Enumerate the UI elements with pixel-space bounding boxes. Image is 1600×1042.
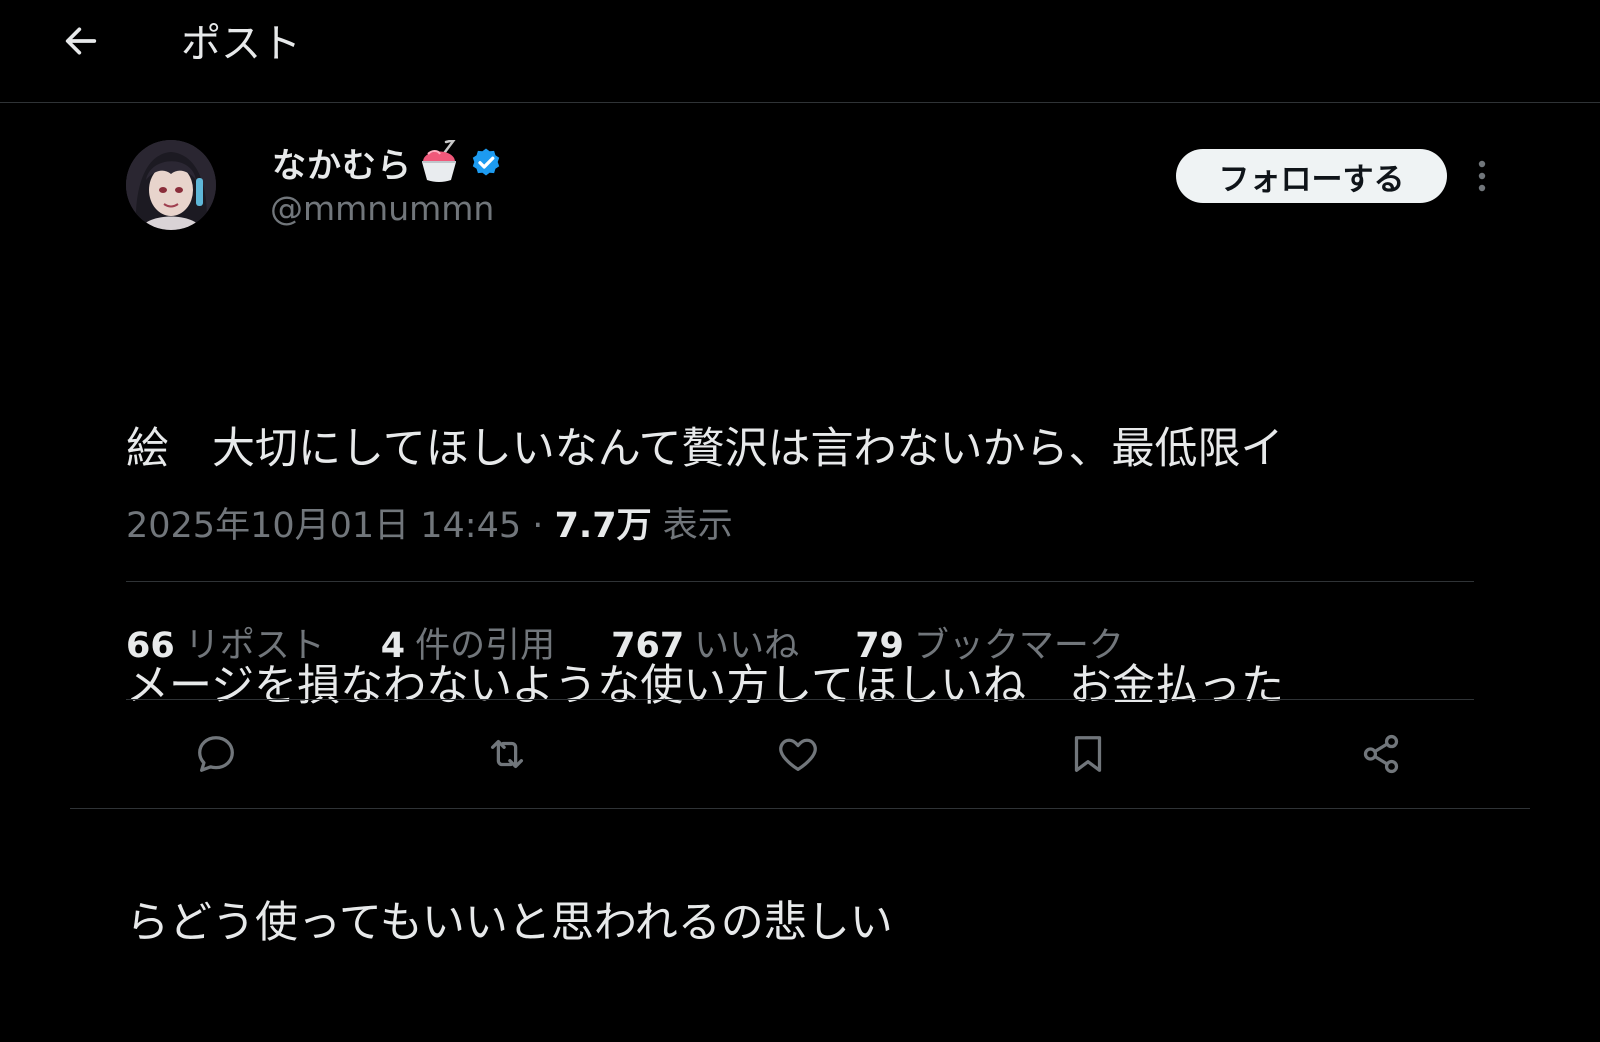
repost-icon xyxy=(484,731,530,781)
meta-separator: · xyxy=(532,506,544,546)
more-button[interactable] xyxy=(1466,158,1498,198)
stat-likes[interactable]: 767 いいね xyxy=(611,617,799,668)
reply-button[interactable] xyxy=(186,726,246,786)
more-vertical-icon xyxy=(1477,159,1487,197)
top-bar: ポスト xyxy=(0,0,1600,103)
author-name-row[interactable]: なかむら xyxy=(272,134,504,190)
stat-quotes[interactable]: 4 件の引用 xyxy=(381,617,555,668)
post-text-line: らどう使ってもいいと思われるの悲しい xyxy=(126,898,893,948)
divider xyxy=(126,699,1474,700)
views-label: 表示 xyxy=(662,506,733,546)
reply-icon xyxy=(193,731,239,781)
stat-count: 767 xyxy=(611,625,685,666)
follow-button[interactable]: フォローする xyxy=(1176,149,1447,203)
stat-label: 件の引用 xyxy=(415,625,556,666)
stat-label: ブックマーク xyxy=(913,625,1124,666)
avatar-image xyxy=(126,140,216,230)
stat-count: 66 xyxy=(126,625,175,666)
divider xyxy=(126,581,1474,582)
verified-badge-icon[interactable] xyxy=(468,144,504,180)
shaved-ice-icon xyxy=(418,140,460,184)
stat-reposts[interactable]: 66 リポスト xyxy=(126,617,325,668)
action-bar xyxy=(0,720,1600,790)
like-icon xyxy=(775,731,821,781)
post-text-line: 絵 大切にしてほしいなんて贅沢は言わないから、最低限イ xyxy=(126,424,1284,474)
share-button[interactable] xyxy=(1351,726,1411,786)
repost-button[interactable] xyxy=(477,726,537,786)
author-handle[interactable]: @mmnummn xyxy=(270,185,494,233)
engagement-stats: 66 リポスト 4 件の引用 767 いいね 79 ブックマーク xyxy=(126,614,1180,670)
post-timestamp[interactable]: 2025年10月01日 14:45 xyxy=(126,506,521,546)
bookmark-button[interactable] xyxy=(1058,726,1118,786)
post-meta: 2025年10月01日 14:45 · 7.7万 表示 xyxy=(126,500,733,552)
bookmark-icon xyxy=(1065,731,1111,781)
divider xyxy=(70,808,1530,809)
stat-bookmarks[interactable]: 79 ブックマーク xyxy=(855,617,1124,668)
arrow-left-icon xyxy=(61,21,101,65)
stat-count: 79 xyxy=(855,625,904,666)
avatar[interactable] xyxy=(126,140,216,230)
views-count: 7.7万 xyxy=(554,506,652,546)
back-button[interactable] xyxy=(56,18,106,68)
author-display-name[interactable]: なかむら xyxy=(272,138,412,187)
page-title: ポスト xyxy=(181,21,301,67)
share-icon xyxy=(1358,731,1404,781)
stat-label: いいね xyxy=(694,625,800,666)
stat-label: リポスト xyxy=(184,625,325,666)
like-button[interactable] xyxy=(768,726,828,786)
stat-count: 4 xyxy=(380,625,406,666)
